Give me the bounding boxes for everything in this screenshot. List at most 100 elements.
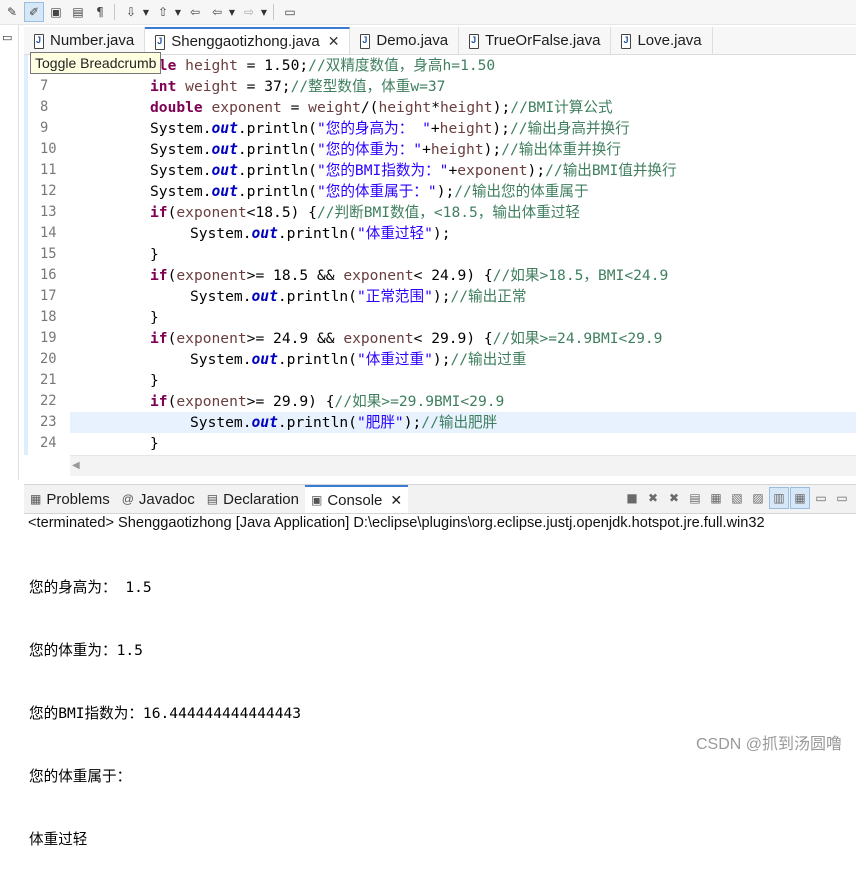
last-edit-icon[interactable]: ⇦ xyxy=(185,2,205,22)
code-token: "您的体重为：" xyxy=(316,141,423,158)
tab-number-java[interactable]: Number.java xyxy=(24,27,146,54)
show-whitespace-icon[interactable]: ▤ xyxy=(68,2,88,22)
pin-console-icon[interactable]: ▦ xyxy=(790,487,810,509)
show-console-on-output-icon[interactable]: ▨ xyxy=(748,487,768,509)
code-line[interactable]: System.out.println("您的BMI指数为："+exponent)… xyxy=(150,160,677,181)
chevron-down-icon[interactable]: ▼ xyxy=(173,2,183,22)
code-line[interactable]: } xyxy=(150,433,159,454)
terminate-icon[interactable]: ■ xyxy=(622,487,642,509)
line-number: 19 xyxy=(40,330,57,346)
tab-declaration[interactable]: ▤ Declaration xyxy=(201,485,305,513)
line-number: 17 xyxy=(40,288,57,304)
code-token: ); xyxy=(432,288,451,305)
code-token: //判断BMI数值，<18.5，输出体重过轻 xyxy=(316,204,580,221)
code-token: out xyxy=(211,120,238,137)
code-line[interactable]: if(exponent>= 18.5 && exponent< 24.9) {/… xyxy=(150,265,668,286)
toolbar-divider xyxy=(114,4,115,20)
code-token: //输出正常 xyxy=(450,288,527,305)
code-token: exponent xyxy=(176,330,247,347)
tab-label: TrueOrFalse.java xyxy=(485,32,601,49)
tab-demo-java[interactable]: Demo.java xyxy=(350,27,460,54)
chevron-down-icon[interactable]: ▼ xyxy=(141,2,151,22)
scroll-lock-icon[interactable]: ▦ xyxy=(706,487,726,509)
code-token: out xyxy=(251,351,278,368)
forward-icon[interactable]: ⇨ xyxy=(239,2,259,22)
code-line[interactable]: } xyxy=(150,370,159,391)
toggle-mark-occurrences-icon[interactable]: ✎ xyxy=(2,2,22,22)
code-line[interactable]: if(exponent<18.5) {//判断BMI数值，<18.5，输出体重过… xyxy=(150,202,580,223)
tab-console[interactable]: ▣ Console ✕ xyxy=(304,485,409,513)
code-token: + xyxy=(422,141,431,158)
code-line[interactable]: System.out.println("体重过重");//输出过重 xyxy=(190,349,526,370)
tab-shenggaotizhong-java[interactable]: Shenggaotizhong.java ✕ xyxy=(145,27,351,54)
remove-launch-icon[interactable]: ✖ xyxy=(643,487,663,509)
editor-tab-bar: Number.java Shenggaotizhong.java ✕ Demo.… xyxy=(24,27,856,55)
block-selection-icon[interactable]: ▣ xyxy=(46,2,66,22)
code-token: if xyxy=(150,204,168,221)
back-icon[interactable]: ⇦ xyxy=(207,2,227,22)
code-token: "体重过重" xyxy=(356,351,433,368)
code-token: if xyxy=(150,267,168,284)
watermark: CSDN @抓到汤圆噜 xyxy=(695,736,842,753)
code-line[interactable]: System.out.println("您的体重属于：");//输出您的体重属于 xyxy=(150,181,589,202)
chevron-down-icon[interactable]: ▼ xyxy=(259,2,269,22)
paragraph-icon[interactable]: ¶ xyxy=(90,2,110,22)
code-line[interactable]: System.out.println("您的体重为："+height);//输出… xyxy=(150,139,621,160)
code-line[interactable]: ble height = 1.50;//双精度数值，身高h=1.50 xyxy=(150,55,495,76)
scroll-left-icon[interactable]: ◀ xyxy=(72,460,80,471)
code-token: "正常范围" xyxy=(356,288,433,305)
show-console-on-error-icon[interactable]: ▥ xyxy=(769,487,789,509)
code-line[interactable]: } xyxy=(150,244,159,265)
code-token: ); xyxy=(432,351,451,368)
code-line[interactable]: if(exponent>= 29.9) {//如果>=29.9BMI<29.9 xyxy=(150,391,504,412)
code-token: System. xyxy=(190,288,252,305)
code-editor[interactable]: ble height = 1.50;//双精度数值，身高h=1.50 7 int w… xyxy=(24,55,856,476)
tab-label: Demo.java xyxy=(376,32,449,49)
code-line[interactable]: System.out.println("肥胖");//输出肥胖 xyxy=(190,412,497,433)
previous-annotation-icon[interactable]: ⇧ xyxy=(153,2,173,22)
word-wrap-icon[interactable]: ▧ xyxy=(727,487,747,509)
code-token: ); xyxy=(492,120,510,137)
code-line[interactable]: if(exponent>= 24.9 && exponent< 29.9) {/… xyxy=(150,328,662,349)
code-token: ); xyxy=(436,183,455,200)
chevron-down-icon[interactable]: ▼ xyxy=(227,2,237,22)
display-selected-console-icon[interactable]: ▭ xyxy=(811,487,831,509)
open-console-icon[interactable]: ▭ xyxy=(832,487,852,509)
tab-label: Shenggaotizhong.java xyxy=(171,33,320,50)
code-line[interactable]: double exponent = weight/(height*height)… xyxy=(150,97,613,118)
line-number: 12 xyxy=(40,183,57,199)
code-line[interactable]: int weight = 37;//整型数值，体重w=37 xyxy=(150,76,445,97)
code-line[interactable]: } xyxy=(150,307,159,328)
tab-javadoc[interactable]: @ Javadoc xyxy=(116,485,201,513)
code-line[interactable]: System.out.println("体重过轻"); xyxy=(190,223,450,244)
console-output[interactable]: 您的身高为： 1.5 您的体重为：1.5 您的BMI指数为：16.4444444… xyxy=(29,535,301,871)
code-token: .println( xyxy=(277,225,357,242)
tab-label: Console xyxy=(327,491,383,509)
code-token: + xyxy=(448,162,458,179)
code-token: weight xyxy=(185,78,238,95)
remove-all-terminated-icon[interactable]: ✖ xyxy=(664,487,684,509)
code-line[interactable]: System.out.println("您的身高为： "+height);//输… xyxy=(150,118,630,139)
tab-trueorfalse-java[interactable]: TrueOrFalse.java xyxy=(459,27,612,54)
java-file-icon xyxy=(619,33,632,49)
tab-label: Number.java xyxy=(50,32,135,49)
tab-love-java[interactable]: Love.java xyxy=(611,27,713,54)
next-annotation-icon[interactable]: ⇩ xyxy=(121,2,141,22)
code-line[interactable]: System.out.println("正常范围");//输出正常 xyxy=(190,286,526,307)
code-token: ); xyxy=(527,162,546,179)
tab-problems[interactable]: ▦ Problems xyxy=(24,485,116,513)
code-token: double xyxy=(150,99,203,116)
tab-label: Problems xyxy=(46,490,110,508)
java-file-icon xyxy=(467,33,480,49)
toggle-breadcrumb-icon[interactable]: ✐ xyxy=(24,2,44,22)
clear-console-icon[interactable]: ▤ xyxy=(685,487,705,509)
restore-view-icon[interactable]: ▭ xyxy=(2,31,12,44)
horizontal-scrollbar[interactable]: ◀ xyxy=(70,455,856,476)
pin-editor-icon[interactable]: ▭ xyxy=(280,2,300,22)
line-number: 15 xyxy=(40,246,57,262)
line-number: 13 xyxy=(40,204,57,220)
code-token: out xyxy=(251,225,278,242)
close-icon[interactable]: ✕ xyxy=(390,492,402,509)
javadoc-icon: @ xyxy=(121,492,134,506)
close-icon[interactable]: ✕ xyxy=(328,33,340,50)
